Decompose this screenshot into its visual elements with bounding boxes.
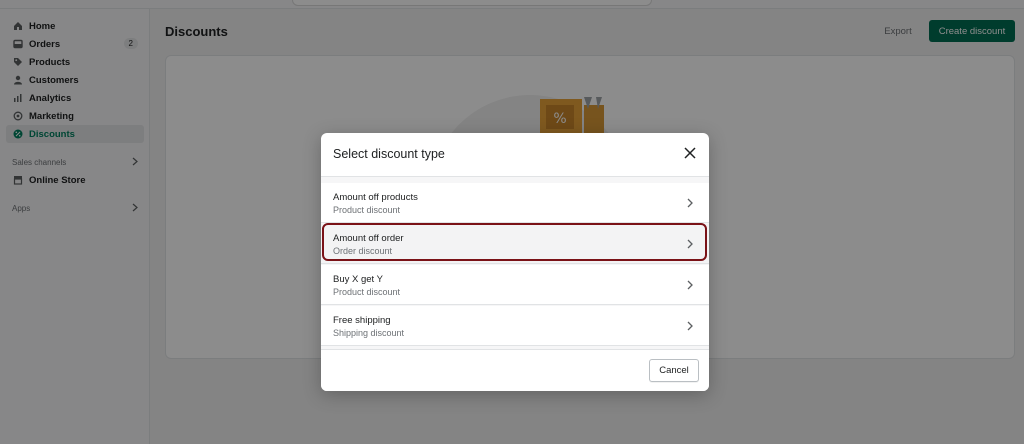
chevron-right-icon xyxy=(685,319,695,333)
option-free-shipping[interactable]: Free shipping Shipping discount xyxy=(321,306,709,346)
option-subtitle: Shipping discount xyxy=(333,328,405,338)
option-title: Free shipping xyxy=(333,315,391,326)
modal-footer: Cancel xyxy=(321,349,709,391)
cancel-button[interactable]: Cancel xyxy=(649,359,699,382)
discount-type-list: Amount off products Product discount Amo… xyxy=(321,177,709,349)
modal-title: Select discount type xyxy=(333,147,445,161)
option-title: Amount off products xyxy=(333,192,418,203)
select-discount-type-modal: Select discount type Amount off products… xyxy=(321,133,709,391)
modal-header: Select discount type xyxy=(321,133,709,177)
option-buy-x-get-y[interactable]: Buy X get Y Product discount xyxy=(321,265,709,305)
chevron-right-icon xyxy=(685,278,695,292)
close-icon xyxy=(684,146,696,162)
option-subtitle: Product discount xyxy=(333,287,401,297)
option-title: Buy X get Y xyxy=(333,274,383,285)
option-title: Amount off order xyxy=(333,233,404,244)
option-amount-off-order[interactable]: Amount off order Order discount xyxy=(321,224,709,264)
chevron-right-icon xyxy=(685,237,695,251)
close-button[interactable] xyxy=(681,145,699,163)
chevron-right-icon xyxy=(685,196,695,210)
option-subtitle: Product discount xyxy=(333,205,401,215)
option-amount-off-products[interactable]: Amount off products Product discount xyxy=(321,183,709,223)
option-subtitle: Order discount xyxy=(333,246,393,256)
